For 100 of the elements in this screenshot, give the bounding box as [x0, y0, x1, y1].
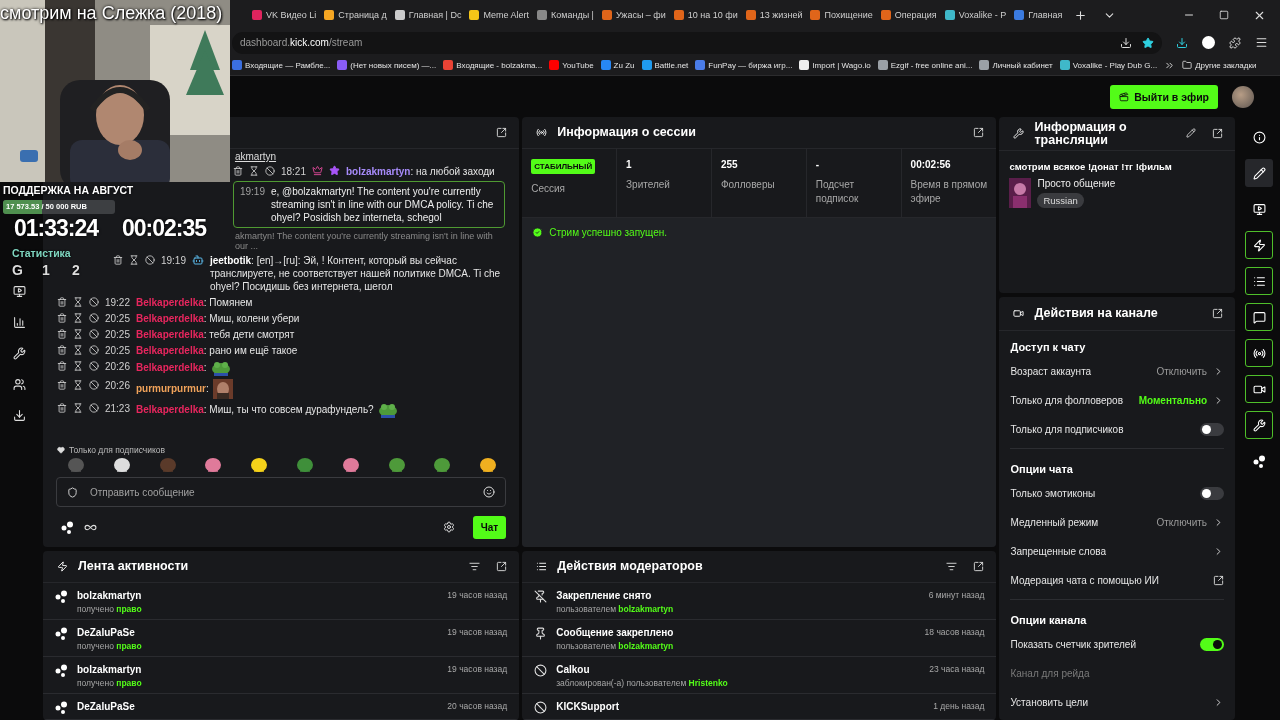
moderation-detail: пользователем bolzakmartyn	[556, 604, 675, 614]
stats-value: G	[12, 262, 23, 278]
stat-label: Подсчет подписок	[815, 178, 860, 206]
message-time: 18:21	[280, 165, 306, 178]
browser-tab[interactable]: Главная | Dc	[390, 3, 466, 27]
setting-label: Модерация чата с помощью ИИ	[1010, 575, 1160, 586]
section-title: Доступ к чату	[1009, 340, 1087, 355]
category-name[interactable]: Просто общение	[1037, 178, 1116, 189]
chat-message: Belkaperdelka: Помянем	[135, 296, 254, 309]
address-bar[interactable]: dashboard.kick.com/stream	[232, 31, 1162, 54]
browser-tab[interactable]: Ужасы – фи	[597, 3, 670, 27]
browser-tab[interactable]: Похищение	[806, 3, 877, 27]
message-input[interactable]: Отправить сообщение	[87, 485, 474, 499]
setting-label: Канал для рейда	[1010, 668, 1091, 679]
chat-message: purmurpurmur:	[135, 379, 506, 399]
setting-label: Только эмотиконы	[1010, 488, 1097, 499]
chat-message: Belkaperdelka: рано им ещё такое	[135, 344, 299, 357]
stat-label: Зрителей	[626, 178, 671, 192]
moderation-action: Сообщение закреплено	[556, 627, 675, 638]
pinned-by-link[interactable]: akmartyn	[234, 151, 277, 162]
browser-tab[interactable]: Операция	[876, 3, 941, 27]
activity-user: bolzakmartyn	[76, 590, 143, 601]
message-time: 20:25	[104, 328, 130, 341]
stat-value: 1	[626, 159, 633, 170]
bookmark[interactable]: Import | Wago.io	[799, 60, 871, 70]
bookmark[interactable]: (Нет новых писем) —...	[337, 60, 437, 70]
chat-message: Belkaperdelka:	[135, 360, 506, 376]
panel-title: Действия модераторов	[557, 560, 704, 573]
activity-time: 20 часов назад	[447, 701, 508, 711]
moderation-action: Calkou	[556, 664, 591, 675]
activity-detail: получено право	[76, 678, 143, 688]
setting-label: Только для фолловеров	[1010, 395, 1124, 406]
setting-label: Только для подписчиков	[1010, 424, 1125, 435]
browser-tab[interactable]: Meme Alert	[465, 3, 533, 27]
panel-title: Действия на канале	[1034, 307, 1159, 320]
browser-tab[interactable]: Страница д	[320, 3, 391, 27]
activity-detail: получено право	[76, 604, 143, 614]
bookmark[interactable]: Личный кабинет	[979, 60, 1053, 70]
language-tag: Russian	[1037, 193, 1084, 208]
setting-value[interactable]: Моментально	[1138, 395, 1208, 406]
message-field[interactable]: Отправить сообщение	[55, 477, 507, 507]
panel-title: Информация о трансляции	[1034, 120, 1128, 147]
activity-user: DeZaluPaSe	[76, 701, 136, 712]
chat-message: Belkaperdelka: Миш, колени убери	[135, 312, 301, 325]
setting-label: Показать счетчик зрителей	[1010, 639, 1137, 650]
setting-value[interactable]: Отключить	[1156, 517, 1208, 528]
browser-tab[interactable]: 10 на 10 фи	[669, 3, 742, 27]
bookmark[interactable]: Входящие — Рамбле...	[232, 60, 331, 70]
total-timer: 01:33:24	[14, 215, 99, 242]
moderation-time: 23 часа назад	[929, 664, 985, 674]
moderation-time: 1 день назад	[933, 701, 985, 711]
message-time: 20:26	[104, 379, 130, 392]
chat-message: jeetbotik: [en]→[ru]: Эй, ! Контент, который вы сейчас транслируете, не соответствует нашей политике DMCA. Ti che ohyel? Посидишь без интернета, шегол	[209, 254, 502, 293]
activity-time: 19 часов назад	[447, 627, 508, 637]
browser-tab[interactable]: Команды |	[532, 3, 598, 27]
stat-label: Фолловеры	[720, 178, 776, 192]
stat-value: 255	[720, 159, 739, 170]
go-live-button[interactable]: Выйти в эфир	[1110, 84, 1218, 109]
bookmark[interactable]: Voxalike - Play Dub G...	[1059, 60, 1158, 70]
chat-message: Belkaperdelka: Миш, ты что совсем дурафундель?	[135, 402, 506, 418]
chat-message: bolzakmartyn: на любой заходи	[345, 165, 496, 178]
message-time: 21:23	[104, 402, 130, 415]
stats-label: Статистика	[12, 247, 71, 259]
stat-value: -	[815, 159, 821, 170]
browser-tab[interactable]: VK Видео Li	[248, 3, 321, 27]
activity-user: bolzakmartyn	[76, 664, 143, 675]
chat-message: Belkaperdelka: тебя дети смотрят	[135, 328, 296, 341]
bookmark[interactable]: Входящие - bolzakma...	[443, 60, 543, 70]
stream-title: смотрим всякое !донат !тг !фильм	[1009, 161, 1173, 172]
bookmark[interactable]: Zu Zu	[600, 60, 635, 70]
stat-label: Сессия	[531, 182, 566, 196]
bookmark[interactable]: Ezgif - free online ani...	[877, 60, 973, 70]
reply-preview: akmartyn! The content you're currently streaming isn't in line with our ...	[234, 231, 494, 251]
bookmark[interactable]: FunPay — биржа игр...	[695, 60, 793, 70]
message-time: 19:19	[239, 185, 265, 199]
stat-label: Время в прямом эфире	[910, 178, 988, 206]
session-timer: 00:02:35	[122, 215, 207, 242]
browser-tab[interactable]: 13 жизней	[741, 3, 807, 27]
status-badge: СТАБИЛЬНЫЙ	[531, 159, 596, 174]
panel-title: Информация о сессии	[557, 126, 697, 139]
activity-time: 19 часов назад	[447, 590, 508, 600]
chat-send-button[interactable]: Чат	[472, 515, 507, 539]
moderation-detail: заблокирован(-а) пользователем Hristenko	[556, 678, 729, 688]
moderation-time: 6 минут назад	[928, 590, 985, 600]
setting-value[interactable]: Отключить	[1156, 366, 1208, 377]
bookmark-folder[interactable]: Другие закладки	[1182, 60, 1257, 70]
browser-tab[interactable]: Главная	[1010, 3, 1067, 27]
setting-label: Медленный режим	[1010, 517, 1100, 528]
moderation-action: KICKSupport	[556, 701, 620, 712]
panel-title: Лента активности	[77, 560, 190, 573]
goal-title: ПОДДЕРЖКА НА АВГУСТ	[3, 184, 134, 196]
browser-tab[interactable]: Voxalike - P	[940, 3, 1011, 27]
moderation-time: 18 часов назад	[924, 627, 985, 637]
success-notice: Стрим успешно запущен.	[532, 227, 987, 238]
stat-value: 00:02:56	[910, 159, 952, 170]
moderation-detail: пользователем bolzakmartyn	[556, 641, 675, 651]
message-time: 20:26	[104, 360, 130, 373]
bookmark[interactable]: YouTube	[549, 60, 594, 70]
stats-value: 2	[72, 262, 80, 278]
bookmark[interactable]: Battle.net	[641, 60, 689, 70]
